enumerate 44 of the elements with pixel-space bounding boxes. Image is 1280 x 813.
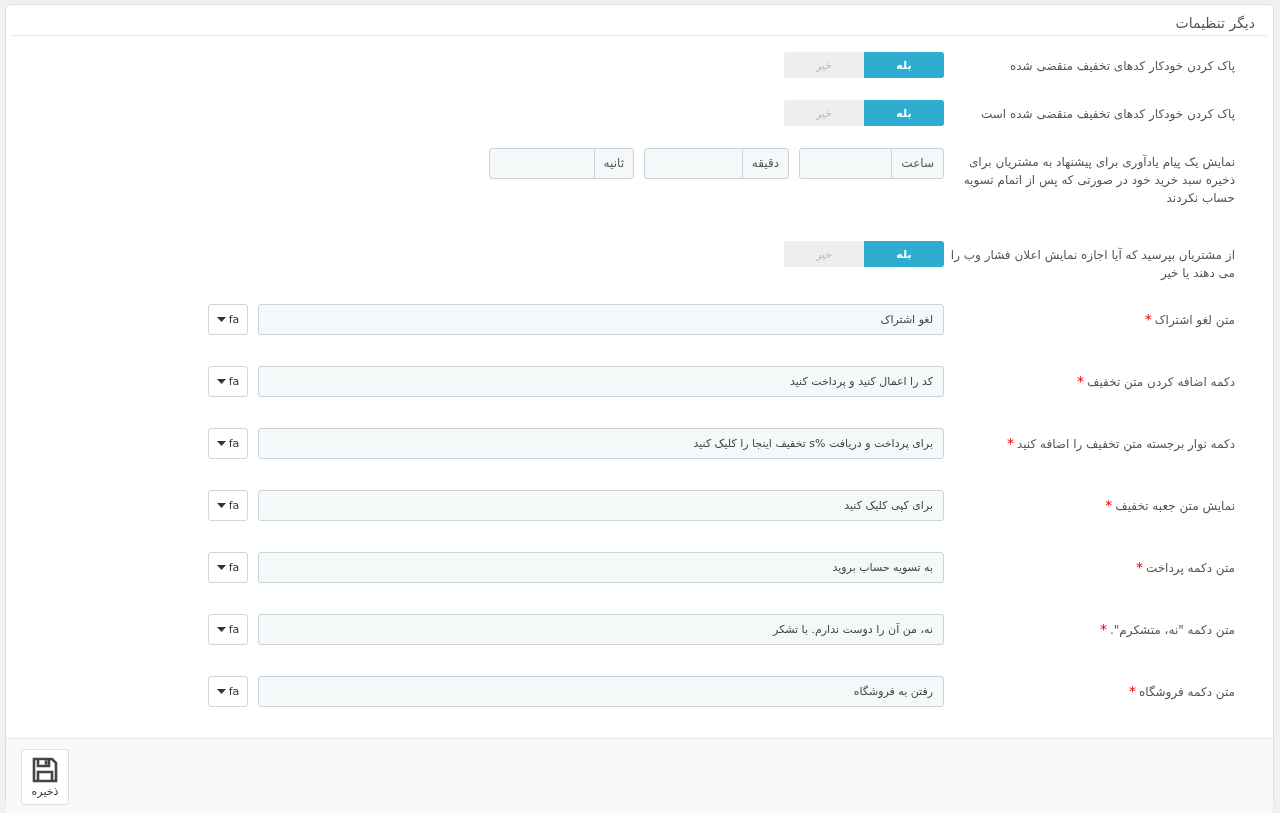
field-label: پاک کردن خودکار کدهای تخفیف منقضی شده است [981, 107, 1235, 121]
time-input-field[interactable]: دقیقه [644, 148, 789, 179]
required-mark: * [1144, 311, 1152, 327]
language-dropdown[interactable]: fa [208, 490, 248, 521]
text-input-field[interactable]: کد را اعمال کنید و پرداخت کنید [258, 366, 944, 397]
field-label: متن دکمه فروشگاه [1138, 685, 1235, 699]
save-button[interactable]: ذخیره [21, 749, 69, 805]
required-mark: * [1128, 683, 1136, 699]
field-label: متن لغو اشتراک [1154, 313, 1235, 327]
text-input-field[interactable]: نه، من آن را دوست ندارم. با تشکر [258, 614, 944, 645]
caret-icon [216, 317, 226, 322]
language-dropdown[interactable]: fa [208, 676, 248, 707]
required-mark: * [1077, 373, 1085, 389]
field-label: نمایش یک پیام یادآوری برای پیشنهاد به مشتریان برای ذخیره سبد خرید خود در صورتی که پس از اتمام تسویه حساب نکردند [963, 155, 1235, 205]
caret-icon [216, 379, 226, 384]
caret-icon [216, 503, 226, 508]
text-input-field[interactable]: رفتن به فروشگاه [258, 676, 944, 707]
field-label: متن دکمه پرداخت [1145, 561, 1235, 575]
text-input-field[interactable]: برای کپی کلیک کنید [258, 490, 944, 521]
required-mark: * [1100, 621, 1107, 637]
language-dropdown[interactable]: fa [208, 614, 248, 645]
panel-title: دیگر تنظیمات [1175, 15, 1255, 31]
field-label: نمایش متن جعبه تخفیف [1115, 499, 1235, 513]
field-label: دکمه اضافه کردن متن تخفیف [1087, 375, 1235, 389]
field-label: پاک کردن خودکار کدهای تخفیف منقضی شده [1010, 59, 1235, 73]
field-label: از مشتریان بپرسید که آیا اجازه نمایش اعلان فشار وب را می دهند یا خیر [950, 248, 1235, 280]
required-mark: * [1135, 559, 1143, 575]
caret-icon [216, 627, 226, 632]
language-dropdown[interactable]: fa [208, 304, 248, 335]
field-label: دکمه نوار برجسته متن تخفیف را اضافه کنید [1016, 437, 1235, 451]
required-mark: * [1006, 435, 1014, 451]
caret-icon [216, 441, 226, 446]
time-input-field[interactable]: ساعت [799, 148, 944, 179]
required-mark: * [1105, 497, 1113, 513]
field-label: متن دکمه "نه، متشکرم". [1110, 623, 1235, 637]
text-input-field[interactable]: به تسویه حساب بروید [258, 552, 944, 583]
language-dropdown[interactable]: fa [208, 428, 248, 459]
text-input-field[interactable]: برای پرداخت و دریافت %s تخفیف اینجا را کلیک کنید [258, 428, 944, 459]
time-input-field[interactable]: ثانیه [489, 148, 634, 179]
text-input-field[interactable]: لغو اشتراک [258, 304, 944, 335]
caret-icon [216, 565, 226, 570]
language-dropdown[interactable]: fa [208, 552, 248, 583]
language-dropdown[interactable]: fa [208, 366, 248, 397]
caret-icon [216, 689, 226, 694]
